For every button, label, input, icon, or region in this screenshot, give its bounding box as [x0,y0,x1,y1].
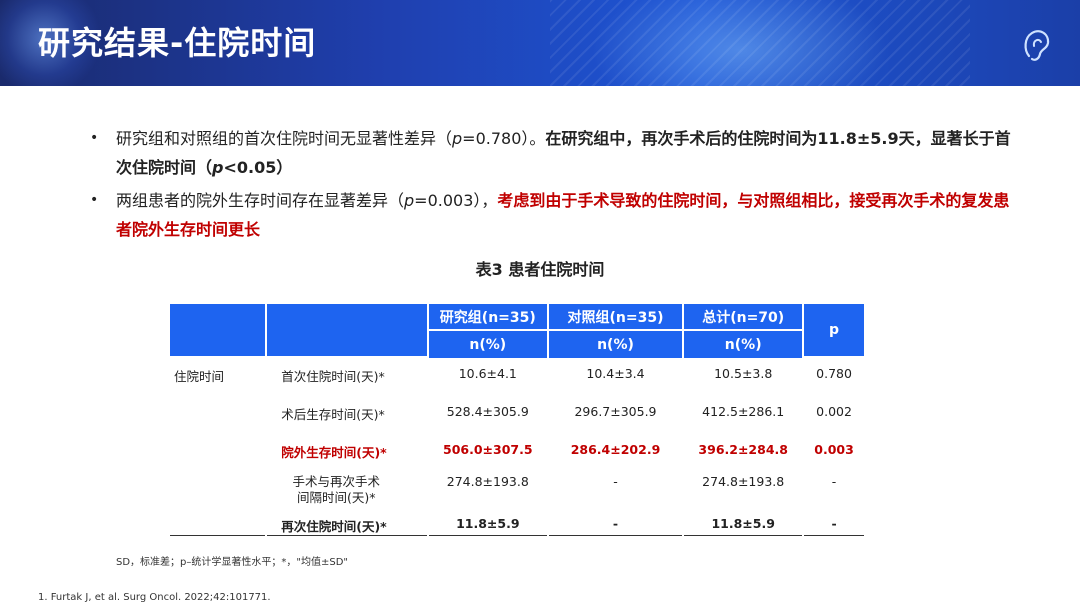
table-header-row: 研究组(n=35) 对照组(n=35) 总计(n=70) p [170,304,864,358]
p-value: <0.05） [223,158,293,177]
empty-cell [170,512,266,536]
cell-control: - [548,512,683,536]
cell-total: 396.2±284.8 [698,442,788,457]
p-symbol: p [452,129,463,148]
bullet-text: 研究组和对照组的首次住院时间无显著性差异（ [116,129,453,148]
header-study: 研究组(n=35) [428,304,547,331]
empty-cell [170,472,265,512]
ear-icon [1024,30,1050,61]
table-row: 再次住院时间(天)* 11.8±5.9 - 11.8±5.9 - [170,512,864,536]
header-banner: 研究结果-住院时间 [0,0,1080,86]
table-caption: 表3 患者住院时间 [475,260,605,279]
header-control: 对照组(n=35) [548,304,683,331]
bullet-item-2: • 两组患者的院外生存时间存在显著差异（p=0.003），考虑到由于手术导致的住… [90,186,1020,244]
cell-total: 10.5±3.8 [714,366,773,381]
subheader-control: n(%) [548,331,683,358]
bullet-dot: • [90,192,99,208]
cell-study: 10.6±4.1 [458,366,517,381]
cell-p: - [804,512,864,536]
results-table: 研究组(n=35) 对照组(n=35) 总计(n=70) p n(%) n(%)… [168,304,866,536]
cell-control: - [613,474,618,489]
row-label: 再次住院时间(天)* [267,512,427,536]
cell-total: 11.8±5.9 [684,512,803,536]
cell-study: 11.8±5.9 [428,512,547,536]
cell-control: 286.4±202.9 [570,442,661,457]
cell-control: 10.4±3.4 [586,366,645,381]
cell-total: 412.5±286.1 [702,404,785,419]
row-label: 手术与再次手术 间隔时间(天)* [267,472,427,512]
header-empty [170,304,266,358]
subheader-study: n(%) [428,331,547,358]
cell-study: 506.0±307.5 [443,442,533,457]
header-empty [267,304,427,358]
bullet-list: • 研究组和对照组的首次住院时间无显著性差异（p=0.780）。在研究组中，再次… [90,124,1020,248]
reference: 1. Furtak J, et al. Surg Oncol. 2022;42:… [38,592,271,603]
bullet-item-1: • 研究组和对照组的首次住院时间无显著性差异（p=0.780）。在研究组中，再次… [90,124,1020,182]
row-label-wrapped: 手术与再次手术 间隔时间(天)* [281,474,391,506]
empty-cell [170,396,265,434]
row-label: 院外生存时间(天)* [281,445,387,460]
header-total: 总计(n=70) [684,304,803,331]
bullet-text: 两组患者的院外生存时间存在显著差异（ [116,191,405,210]
p-value: =0.003）， [414,191,498,210]
subheader-total: n(%) [684,331,803,358]
row-label: 术后生存时间(天)* [281,407,385,422]
p-symbol: p [212,158,224,177]
banner-stripes [550,0,970,86]
cell-study: 528.4±305.9 [446,404,529,419]
cell-study: 274.8±193.8 [446,474,529,489]
cell-total: 274.8±193.8 [702,474,785,489]
bullet-dot: • [90,130,99,146]
table-row: 术后生存时间(天)* 528.4±305.9 296.7±305.9 412.5… [170,396,864,434]
cell-p: 0.002 [816,404,852,419]
table-row: 住院时间 首次住院时间(天)* 10.6±4.1 10.4±3.4 10.5±3… [170,358,864,396]
cell-control: 296.7±305.9 [574,404,657,419]
row-label: 首次住院时间(天)* [281,369,385,384]
empty-cell [170,434,265,472]
group-label: 住院时间 [174,369,225,384]
table-row: 手术与再次手术 间隔时间(天)* 274.8±193.8 - 274.8±193… [170,472,864,512]
p-symbol: p [404,191,415,210]
page-title: 研究结果-住院时间 [38,24,317,62]
table-row-highlight: 院外生存时间(天)* 506.0±307.5 286.4±202.9 396.2… [170,434,864,472]
header-p: p [804,304,864,358]
cell-p: - [831,474,837,489]
table-footnote: SD，标准差；p–统计学显著性水平；*，"均值±SD" [116,557,349,568]
row-label-line: 手术与再次手术 [292,474,380,489]
cell-p: 0.003 [814,442,854,457]
cell-p: 0.780 [816,366,852,381]
row-label-line: 间隔时间(天)* [296,490,376,505]
p-value: =0.780）。 [462,129,546,148]
